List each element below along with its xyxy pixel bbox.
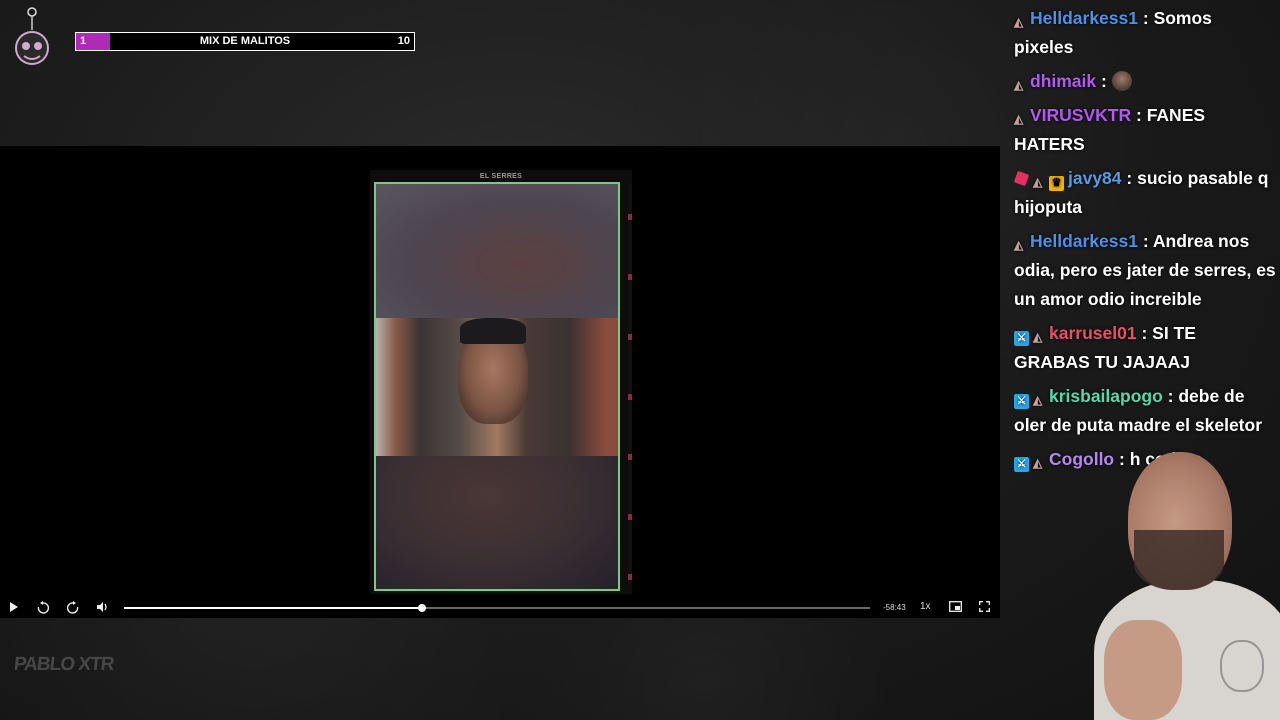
chat-username[interactable]: javy84 [1068,168,1122,188]
video-player[interactable]: EL SERRES [0,146,1000,618]
chat-separator: : [1138,8,1154,28]
seek-bar[interactable] [124,604,870,612]
volume-icon[interactable] [96,601,109,616]
hand [1104,620,1182,720]
player-controls: -58:43 1x [0,598,1000,618]
skin-badge-icon: ◭ [1033,330,1043,344]
emote-icon [1111,71,1132,91]
time-remaining: -58:43 [883,603,906,612]
blurred-bottom [376,456,618,589]
selfie-video [376,318,618,456]
mod-badge-icon: ⚔ [1014,457,1029,472]
playback-rate-button[interactable]: 1x [920,601,931,612]
rewind-5-icon[interactable] [37,601,50,617]
chat-username[interactable]: dhimaik [1030,71,1096,91]
gem-badge-icon [1013,170,1030,187]
seek-handle[interactable] [418,604,427,612]
hair [460,318,526,344]
chat-separator: : [1121,168,1138,188]
chat-username[interactable]: karrusel01 [1049,323,1137,343]
skin-badge-icon: ◭ [1014,15,1024,29]
side-strip [628,184,632,584]
streamer-webcam [1064,440,1280,720]
skin-badge-icon: ◭ [1033,393,1043,407]
chat-username[interactable]: Helldarkess1 [1030,231,1138,251]
chat-message: ◭ VIRUSVKTR : FANES HATERS [1014,101,1276,159]
chat-separator: : [1131,105,1147,125]
chat-separator: : [1096,71,1112,91]
blurred-top [376,184,618,318]
chat-username[interactable]: VIRUSVKTR [1030,105,1131,125]
chat-separator: : [1138,231,1153,251]
chat-message: ◭ dhimaik : [1014,67,1276,96]
skin-badge-icon: ◭ [1033,456,1043,470]
chat-username[interactable]: krisbailapogo [1049,386,1163,406]
mod-badge-icon: ⚔ [1014,394,1029,409]
crown-badge-icon: ♛ [1049,176,1064,191]
goal-title: MIX DE MALITOS [199,35,291,47]
goal-max-label: 10 [397,35,410,47]
video-label: EL SERRES [479,173,523,180]
channel-logo [12,6,52,68]
fullscreen-icon[interactable] [979,601,990,615]
phone-video [374,182,620,591]
mod-badge-icon: ⚔ [1014,331,1029,346]
skin-badge-icon: ◭ [1014,112,1024,126]
watermark-text: PABLO XTR [12,654,115,675]
skin-badge-icon: ◭ [1033,175,1043,189]
chat-message: ⚔ ◭ karrusel01 : SI TE GRABAS TU JAJAAJ [1014,319,1276,377]
chat-separator: : [1136,323,1153,343]
chat-message: ◭ ♛ javy84 : sucio pasable q hijoputa [1013,164,1276,222]
seek-played [124,607,423,609]
chat-panel: ◭ Helldarkess1 : Somos pixeles ◭ dhimaik : … [1013,4,1276,479]
picture-in-picture-icon[interactable] [949,601,962,615]
skin-badge-icon: ◭ [1014,78,1024,92]
skin-badge-icon: ◭ [1014,238,1024,252]
chat-message: ◭ Helldarkess1 : Andrea nos odia, pero es… [1014,227,1276,314]
goal-progress-bar: 1 MIX DE MALITOS 10 [75,32,415,51]
shirt-print [1220,640,1264,692]
play-icon[interactable] [9,601,19,616]
channel-watermark: PABLO XTR [12,654,115,675]
chat-message: ◭ Helldarkess1 : Somos pixeles [1014,4,1276,62]
chat-message: ⚔ ◭ krisbailapogo : debe de oler de puta m… [1014,382,1276,440]
forward-5-icon[interactable] [66,601,79,617]
chat-username[interactable]: Helldarkess1 [1030,8,1138,28]
chat-separator: : [1162,386,1179,406]
video-content: EL SERRES [370,170,632,594]
beard [1134,530,1224,590]
